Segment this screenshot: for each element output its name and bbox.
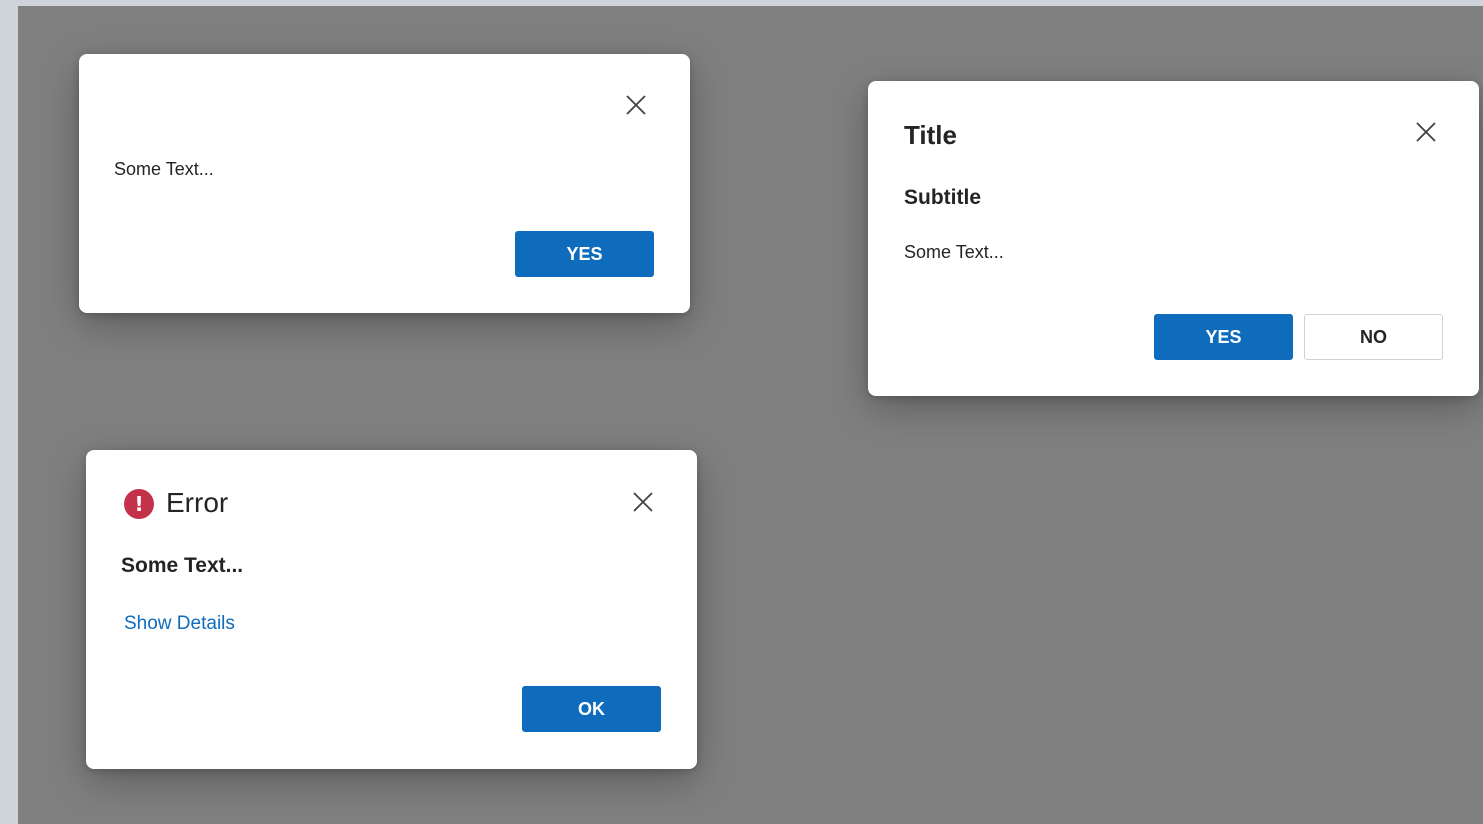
titled-dialog: Title Subtitle Some Text... YES NO [868, 81, 1479, 396]
dialog-body-text: Some Text... [904, 242, 1004, 262]
dialog-body-text: Some Text... [114, 159, 214, 179]
close-button[interactable] [622, 91, 650, 119]
close-icon [1416, 122, 1436, 142]
close-button[interactable] [629, 488, 657, 516]
simple-dialog: Some Text... YES [79, 54, 690, 313]
dialog-title: Title [904, 120, 957, 150]
no-button[interactable]: NO [1304, 314, 1443, 360]
show-details-link[interactable]: Show Details [124, 613, 235, 635]
dialog-subtitle: Subtitle [904, 186, 981, 209]
close-icon [633, 492, 653, 512]
close-button[interactable] [1412, 118, 1440, 146]
dialog-title: Error [166, 487, 229, 518]
close-icon [626, 95, 646, 115]
error-message: Some Text... [121, 554, 244, 577]
yes-button[interactable]: YES [515, 231, 654, 277]
ok-button[interactable]: OK [522, 686, 661, 732]
error-dialog: ! Error Some Text... Show Details OK [86, 450, 697, 769]
yes-button[interactable]: YES [1154, 314, 1293, 360]
error-icon: ! [124, 489, 154, 519]
